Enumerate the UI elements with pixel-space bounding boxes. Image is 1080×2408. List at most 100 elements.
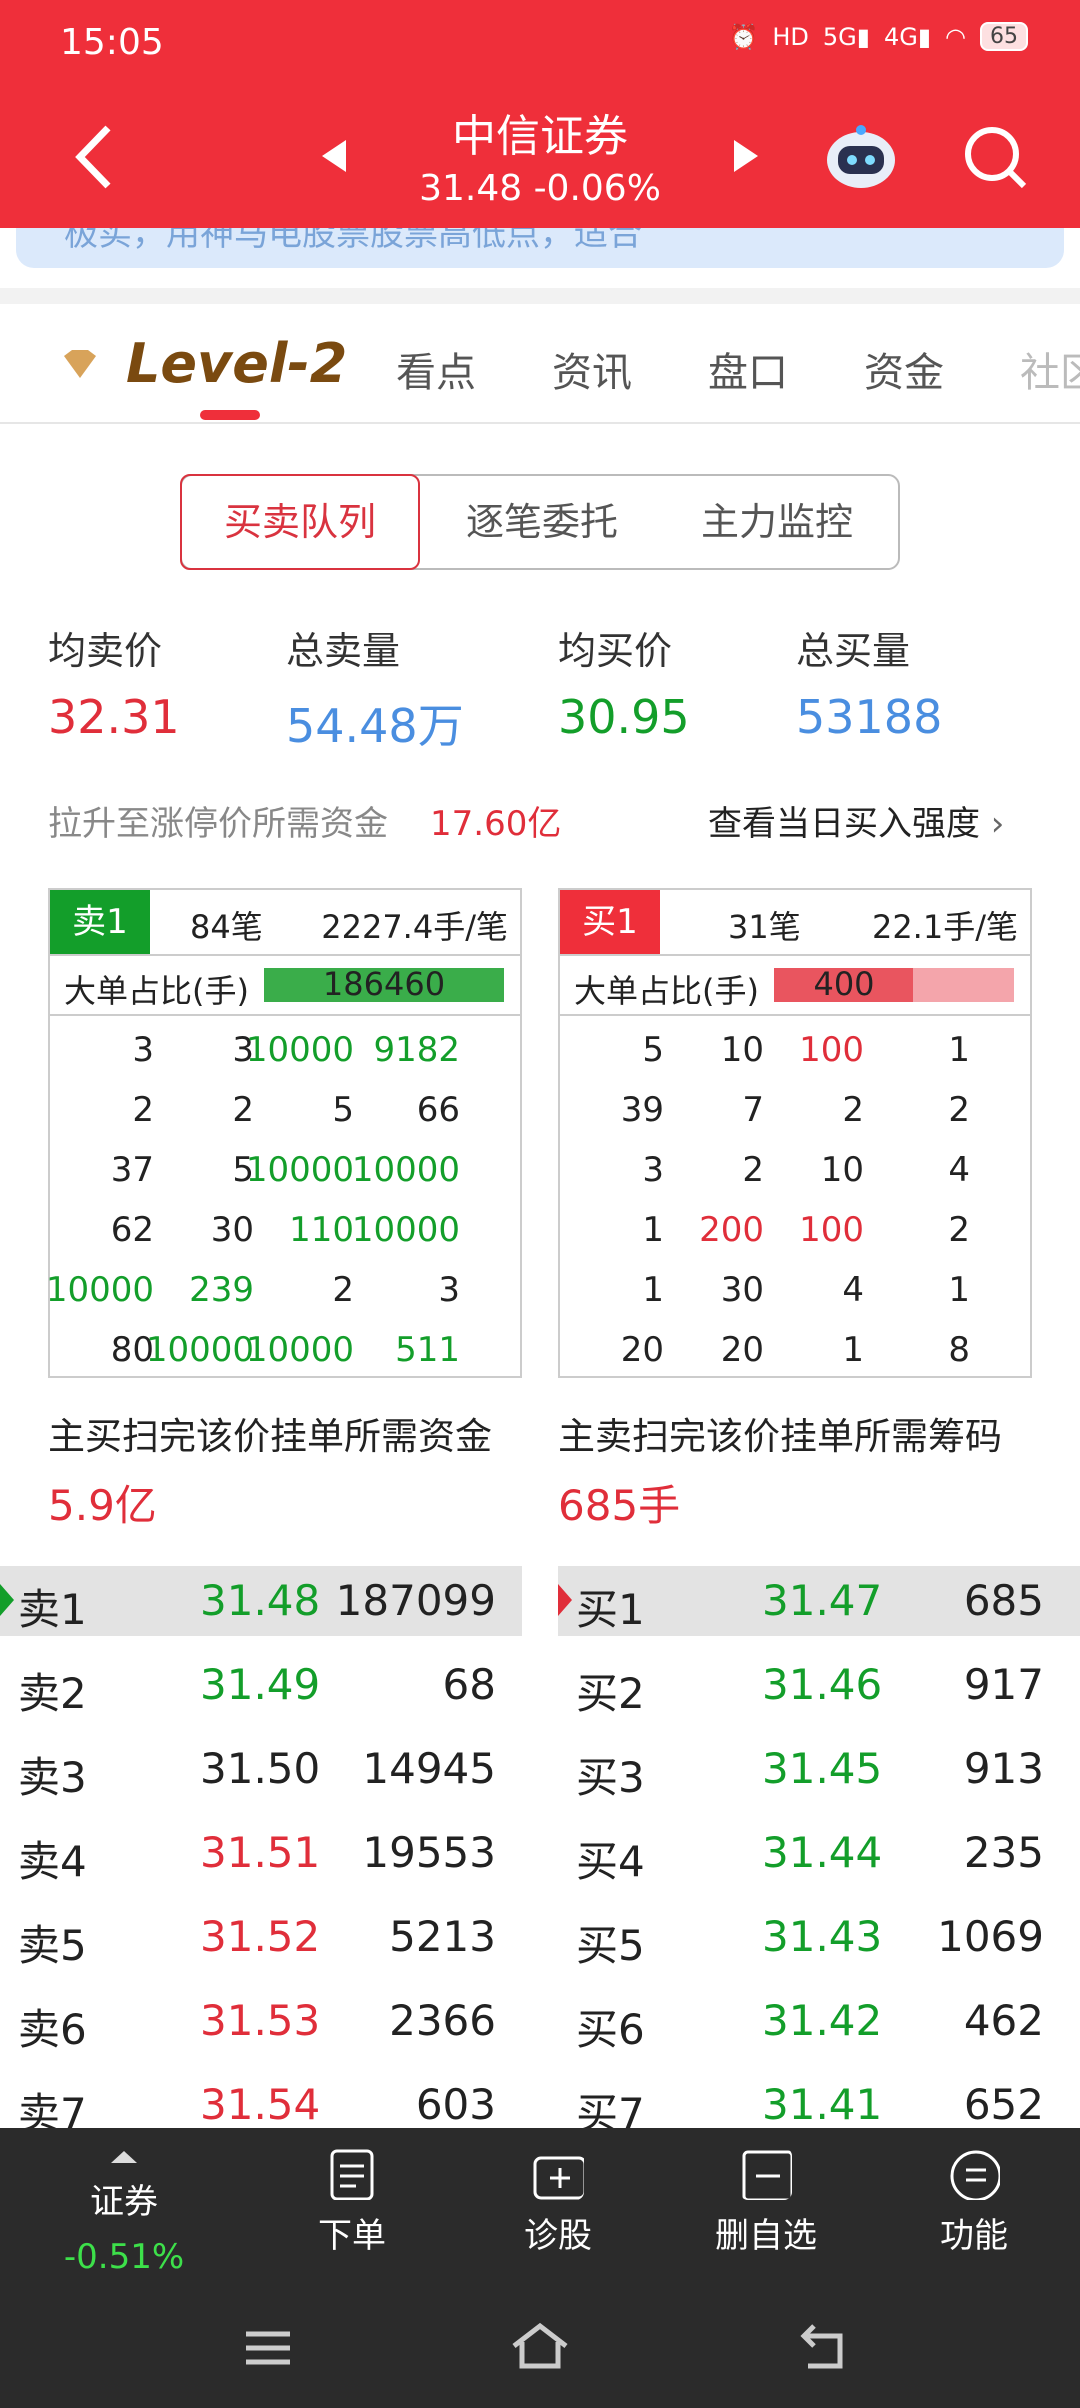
ask-level-row[interactable]: 卖7 31.54 603 — [0, 2070, 522, 2128]
tab-level2[interactable]: Level-2 — [60, 332, 347, 395]
sell-big-order-label: 大单占比(手) — [64, 972, 249, 1010]
sell-queue-cell: 62 — [110, 1210, 154, 1250]
ask-level-row[interactable]: 卖6 31.53 2366 — [0, 1986, 522, 2056]
ask-level-label: 卖3 — [18, 1753, 87, 1802]
battery-icon: 65 — [980, 22, 1028, 51]
sell-queue-cell: 3 — [132, 1030, 154, 1070]
diagnose-label: 诊股 — [524, 2216, 592, 2256]
bid-level-row[interactable]: 买5 31.43 1069 — [558, 1902, 1080, 1972]
order-icon — [330, 2149, 374, 2200]
function-menu-button[interactable]: 功能 — [884, 2148, 1064, 2257]
bid-level-label: 买1 — [576, 1585, 645, 1634]
tab-highlights[interactable]: 看点 — [396, 340, 476, 398]
tab-level2-label: Level-2 — [126, 332, 348, 395]
sell-queue-cell: 5 — [232, 1150, 254, 1190]
segment-tick-orders[interactable]: 逐笔委托 — [432, 476, 652, 568]
home-icon[interactable] — [508, 2320, 572, 2372]
diagnose-icon — [533, 2156, 584, 2200]
tab-bar: Level-2 看点 资讯 盘口 资金 社区 — [0, 304, 1080, 424]
order-label: 下单 — [318, 2216, 386, 2256]
chevron-right-icon: › — [980, 804, 1005, 844]
ask-level-label: 卖6 — [18, 2005, 87, 2054]
ask-level-row[interactable]: 卖3 31.50 14945 — [0, 1734, 522, 1804]
remove-watchlist-button[interactable]: 删自选 — [676, 2148, 856, 2257]
buy-queue-cell: 4 — [948, 1150, 970, 1190]
bid-level-row[interactable]: 买6 31.42 462 — [558, 1986, 1080, 2056]
ask-level-row[interactable]: 卖1 31.48 187099 — [0, 1566, 522, 1636]
bid-level-row[interactable]: 买4 31.44 235 — [558, 1818, 1080, 1888]
ask-level-label: 卖4 — [18, 1837, 87, 1886]
sell-queue-cell: 30 — [210, 1210, 254, 1250]
header-bar: 15:05 ⏰ HD 5G▮ 4G▮ ◠ 65 中信证券 31.48 -0.06… — [0, 0, 1080, 228]
current-level-marker-icon — [0, 1584, 14, 1616]
recents-icon[interactable] — [244, 2328, 292, 2368]
ask-level-volume: 68 — [442, 1660, 496, 1709]
sell-big-order-value: 186460 — [322, 965, 446, 1003]
tab-news[interactable]: 资讯 — [552, 340, 632, 398]
buy-strength-link[interactable]: 查看当日买入强度 › — [708, 796, 1004, 845]
lift-label: 拉升至涨停价所需资金 — [48, 804, 388, 844]
sell-queue-panel: 卖1 84笔 2227.4手/笔 大单占比(手) 186460 3 3 10000 9… — [46, 888, 522, 1378]
sell-queue-cell: 66 — [416, 1090, 460, 1130]
sell-queue-cell: 37 — [110, 1150, 154, 1190]
bid-level-row[interactable]: 买3 31.45 913 — [558, 1734, 1080, 1804]
bid-level-row[interactable]: 买7 31.41 652 — [558, 2070, 1080, 2128]
total-sell-label: 总卖量 — [286, 629, 401, 673]
buy-queue-cell: 200 — [699, 1210, 764, 1250]
bid-level-label: 买4 — [576, 1837, 645, 1886]
buy-queue-cell: 30 — [720, 1270, 764, 1310]
segment-main-monitor[interactable]: 主力监控 — [662, 476, 892, 568]
bid-level-label: 买6 — [576, 2005, 645, 2054]
market-index-change: -0.51% — [63, 2237, 185, 2277]
bid-level-row[interactable]: 买1 31.47 685 — [558, 1566, 1080, 1636]
bid-level-row[interactable]: 买2 31.46 917 — [558, 1650, 1080, 1720]
market-index-button[interactable]: 证券 -0.51% — [34, 2134, 214, 2277]
sell-queue-cell: 10000 — [145, 1330, 254, 1370]
ask-level-price: 31.52 — [200, 1912, 321, 1961]
signal-5g-icon: 5G▮ — [822, 22, 870, 51]
status-time: 15:05 — [60, 22, 164, 63]
buy-queue-cell: 100 — [799, 1030, 864, 1070]
sell-queue-avg: 2227.4手/笔 — [321, 908, 508, 946]
order-button[interactable]: 下单 — [262, 2148, 442, 2257]
bid-level-label: 买7 — [576, 2089, 645, 2128]
buy-queue-cell: 3 — [642, 1150, 664, 1190]
back-nav-icon[interactable] — [800, 2322, 852, 2370]
ask-level-row[interactable]: 卖5 31.52 5213 — [0, 1902, 522, 1972]
sell-queue-cell: 3 — [232, 1030, 254, 1070]
buy-queue-cell: 2 — [948, 1210, 970, 1250]
buy-queue-cell: 1 — [948, 1030, 970, 1070]
tab-funds[interactable]: 资金 — [864, 340, 944, 398]
signal-4g-icon: 4G▮ — [883, 22, 932, 51]
diagnose-button[interactable]: 诊股 — [468, 2148, 648, 2257]
ask-ladder: 卖1 31.48 187099 卖2 31.49 68 卖3 31.50 14945 卖4 31.5… — [0, 1566, 522, 2128]
buy-queue-cell: 20 — [620, 1330, 664, 1370]
segment-bid-ask-queue[interactable]: 买卖队列 — [180, 474, 420, 570]
sell-big-order-track: 186460 — [264, 965, 504, 1003]
tab-orderbook[interactable]: 盘口 — [708, 340, 788, 398]
alarm-icon: ⏰ — [728, 22, 759, 51]
active-tab-indicator — [200, 410, 260, 420]
ask-level-row[interactable]: 卖4 31.51 19553 — [0, 1818, 522, 1888]
sell-queue-cell: 80 — [110, 1330, 154, 1370]
bid-level-label: 买2 — [576, 1669, 645, 1718]
search-icon[interactable] — [962, 124, 1028, 190]
buy-queue-cell: 5 — [642, 1030, 664, 1070]
robot-assistant-icon[interactable] — [824, 124, 898, 190]
status-icons: ⏰ HD 5G▮ 4G▮ ◠ 65 — [728, 22, 1028, 51]
function-menu-label: 功能 — [940, 2216, 1008, 2256]
buy-queue-avg: 22.1手/笔 — [871, 908, 1018, 946]
buy-queue-cell: 1 — [948, 1270, 970, 1310]
ask-level-price: 31.50 — [200, 1744, 321, 1793]
tab-community[interactable]: 社区 — [1020, 340, 1080, 398]
avg-buy-value: 30.95 — [558, 690, 690, 744]
wifi-icon: ◠ — [945, 22, 966, 51]
ask-level-volume: 5213 — [389, 1912, 496, 1961]
sell-queue-cell: 10000 — [351, 1150, 460, 1190]
ask-level-row[interactable]: 卖2 31.49 68 — [0, 1650, 522, 1720]
sweep-sell-label: 主卖扫完该价挂单所需筹码 — [558, 1415, 1002, 1458]
next-stock-icon[interactable] — [732, 136, 762, 176]
stock-name: 中信证券 — [452, 111, 628, 162]
news-banner[interactable]: 极实，用神马电股票股票高低点，适合 — [16, 228, 1064, 268]
buy-queue-panel: 买1 31笔 22.1手/笔 大单占比(手) 400 5 10 100 1 39 7 2 2 3… — [558, 888, 1032, 1378]
